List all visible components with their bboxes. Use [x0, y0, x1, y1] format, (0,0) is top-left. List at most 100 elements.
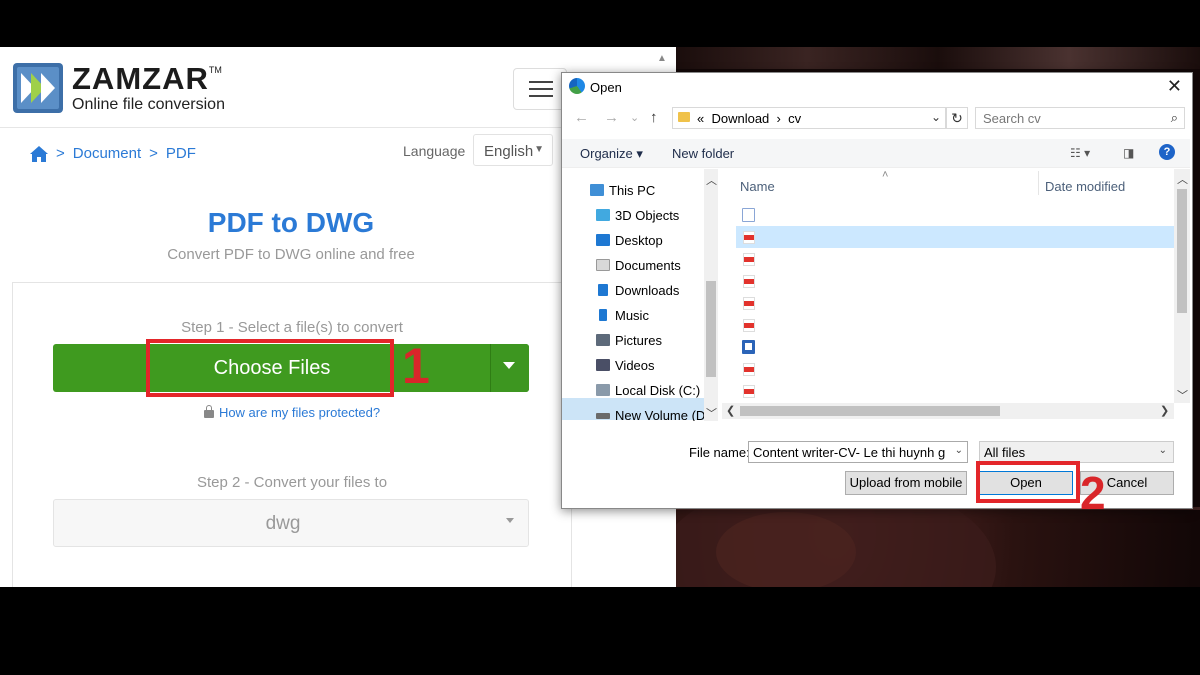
format-select[interactable]: dwg — [53, 499, 529, 547]
up-folder-icon[interactable]: ↑ — [650, 109, 658, 126]
file-row[interactable] — [736, 380, 1174, 402]
recent-locations-icon[interactable]: ⌄ — [630, 111, 639, 124]
file-list: Name ˄ Date modified — [722, 169, 1190, 421]
upload-from-mobile-button[interactable]: Upload from mobile — [845, 471, 967, 495]
pdf-file-icon — [743, 363, 755, 376]
file-type-select[interactable]: All files ⌄ — [979, 441, 1174, 463]
pdf-file-icon — [743, 319, 755, 332]
breadcrumb-separator: > — [149, 145, 158, 162]
language-select[interactable]: English ▼ — [473, 134, 553, 166]
file-row[interactable] — [736, 358, 1174, 380]
caret-down-icon — [503, 362, 515, 369]
file-name-input[interactable]: Content writer-CV- Le thi huynh gam ⌄ — [748, 441, 968, 463]
drive-icon — [596, 413, 610, 419]
column-name[interactable]: Name — [740, 179, 775, 194]
file-row[interactable] — [736, 248, 1174, 270]
pdf-file-icon — [743, 231, 755, 244]
organize-button[interactable]: Organize ▾ — [580, 146, 643, 162]
videos-icon — [596, 359, 610, 371]
file-row[interactable] — [736, 314, 1174, 336]
pdf-file-icon — [743, 253, 755, 266]
breadcrumb-separator: > — [56, 145, 65, 162]
chevron-down-icon: ⌄ — [1158, 445, 1167, 456]
view-options-icon[interactable]: ☷ ▾ — [1070, 146, 1090, 160]
search-placeholder: Search cv — [983, 111, 1041, 126]
format-value: dwg — [265, 513, 301, 534]
menu-button[interactable] — [513, 68, 567, 110]
tree-3d-objects[interactable]: 3D Objects — [596, 208, 679, 223]
page-title: PDF to DWG — [207, 207, 375, 238]
breadcrumb: > Document > PDF — [30, 145, 196, 162]
hamburger-icon — [529, 81, 553, 83]
protect-link[interactable]: How are my files protected? — [13, 405, 571, 420]
address-download[interactable]: Download — [711, 111, 769, 126]
music-icon — [599, 309, 607, 321]
navigation-scrollbar[interactable]: ︿ ﹀ — [704, 169, 718, 421]
tree-music[interactable]: Music — [596, 308, 649, 323]
tree-local-disk[interactable]: Local Disk (C:) — [596, 383, 700, 398]
computer-icon — [590, 184, 604, 196]
file-row[interactable] — [736, 292, 1174, 314]
scroll-up-icon: ︿ — [1177, 174, 1188, 186]
forward-arrow-icon[interactable]: → — [604, 109, 619, 126]
dialog-title: Open — [590, 80, 622, 95]
close-icon[interactable]: ✕ — [1167, 76, 1182, 97]
file-row[interactable] — [736, 204, 1174, 226]
browser-app-icon — [569, 78, 585, 94]
chevron-down-icon[interactable]: ⌄ — [955, 445, 963, 456]
scroll-up-arrow-icon[interactable]: ▲ — [657, 53, 667, 64]
step1-label: Step 1 - Select a file(s) to convert — [181, 319, 403, 336]
choose-files-dropdown[interactable] — [490, 344, 529, 392]
search-icon: ⌕ — [1170, 110, 1178, 125]
back-arrow-icon[interactable]: ← — [574, 109, 589, 126]
pdf-file-icon — [743, 385, 755, 398]
bottom-letterbox — [0, 587, 1200, 675]
file-row[interactable] — [736, 336, 1174, 358]
folder-icon — [678, 112, 690, 122]
home-icon[interactable] — [30, 145, 48, 162]
pictures-icon — [596, 334, 610, 346]
zamzar-logo-icon[interactable] — [13, 63, 63, 113]
tree-desktop[interactable]: Desktop — [596, 233, 663, 248]
address-cv[interactable]: cv — [788, 111, 801, 126]
brand-name[interactable]: ZAMZARTM — [72, 61, 222, 97]
drive-icon — [596, 384, 610, 396]
chevron-down-icon[interactable]: ⌄ — [931, 110, 941, 124]
refresh-icon[interactable]: ↻ — [946, 107, 968, 129]
file-row[interactable] — [736, 270, 1174, 292]
column-date-modified[interactable]: Date modified — [1045, 179, 1125, 194]
desktop-icon — [596, 234, 610, 246]
converter-card: Step 1 - Select a file(s) to convert Cho… — [12, 282, 572, 587]
scroll-right-icon: ❯ — [1160, 405, 1170, 417]
file-type-value: All files — [984, 445, 1026, 460]
file-name-label: File name: — [689, 445, 750, 460]
pdf-file-icon — [743, 297, 755, 310]
search-input[interactable]: Search cv ⌕ — [975, 107, 1185, 129]
lock-icon — [203, 405, 214, 418]
file-row-selected[interactable] — [736, 226, 1174, 248]
help-icon[interactable]: ? — [1159, 144, 1175, 160]
command-bar: Organize ▾ New folder ☷ ▾ ◨ ? — [562, 139, 1190, 168]
tree-downloads[interactable]: Downloads — [596, 283, 679, 298]
file-icon — [742, 208, 755, 222]
preview-pane-icon[interactable]: ◨ — [1123, 146, 1134, 160]
address-bar[interactable]: « Download › cv ⌄ — [672, 107, 946, 129]
top-letterbox — [0, 0, 1200, 47]
new-folder-button[interactable]: New folder — [672, 146, 734, 161]
word-file-icon — [742, 340, 755, 354]
tree-pictures[interactable]: Pictures — [596, 333, 662, 348]
page-subtitle: Convert PDF to DWG online and free — [167, 246, 415, 263]
scroll-up-icon: ︿ — [706, 175, 717, 187]
breadcrumb-pdf[interactable]: PDF — [166, 145, 196, 162]
tree-this-pc[interactable]: This PC — [590, 183, 655, 198]
tree-new-volume[interactable]: New Volume (D — [596, 408, 705, 421]
step2-label: Step 2 - Convert your files to — [196, 474, 388, 491]
annotation-box-2 — [976, 461, 1080, 503]
tree-documents[interactable]: Documents — [596, 258, 681, 273]
language-label: Language — [403, 143, 466, 159]
open-file-dialog: Open ✕ ← → ⌄ ↑ « Download › cv ⌄ ↻ Searc… — [561, 72, 1193, 509]
file-list-hscrollbar[interactable]: ❮ ❯ — [722, 403, 1174, 419]
file-list-scrollbar[interactable]: ︿ ﹀ — [1174, 169, 1190, 403]
tree-videos[interactable]: Videos — [596, 358, 655, 373]
breadcrumb-document[interactable]: Document — [73, 145, 141, 162]
